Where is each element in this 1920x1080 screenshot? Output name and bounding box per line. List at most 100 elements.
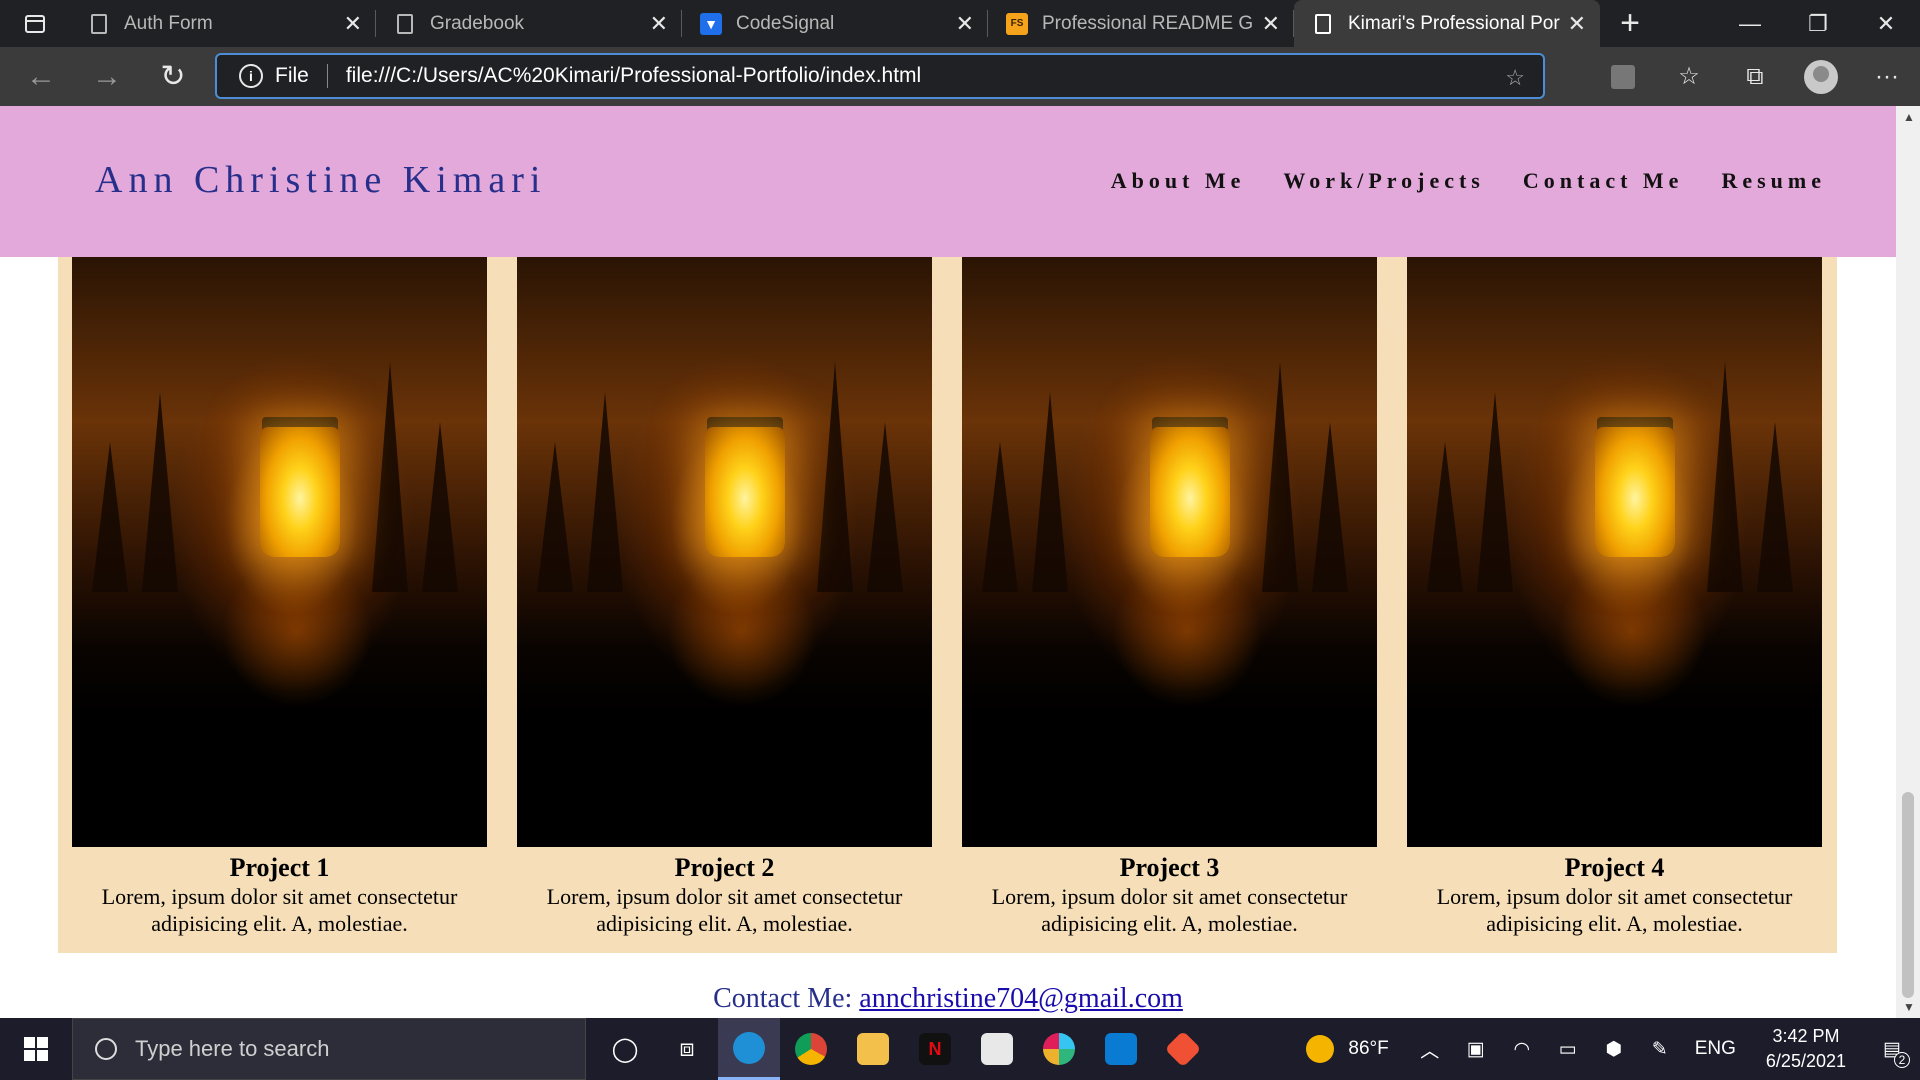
favorites-icon[interactable]: ☆ (1656, 62, 1722, 91)
show-hidden-icons[interactable]: ︿ (1407, 1018, 1453, 1080)
document-icon (88, 13, 110, 35)
tab-gradebook[interactable]: Gradebook ✕ (376, 0, 682, 47)
nav-resume[interactable]: Resume (1721, 168, 1826, 194)
project-image[interactable] (962, 257, 1377, 847)
nav-about-me[interactable]: About Me (1111, 168, 1246, 194)
scroll-up-icon[interactable]: ▲ (1903, 110, 1915, 124)
store-icon[interactable] (966, 1018, 1028, 1080)
fs-icon: FS (1006, 12, 1028, 35)
notifications-icon[interactable]: ▤ 2 (1864, 1018, 1920, 1080)
chrome-icon[interactable] (780, 1018, 842, 1080)
clock-time: 3:42 PM (1772, 1026, 1840, 1046)
close-icon[interactable]: ✕ (1568, 11, 1586, 37)
tab-codesignal[interactable]: ▼ CodeSignal ✕ (682, 0, 988, 47)
close-icon[interactable]: ✕ (650, 11, 668, 37)
site-title: Ann Christine Kimari (95, 159, 547, 201)
weather-widget[interactable]: 86°F (1288, 1018, 1406, 1080)
app-tray-icon[interactable]: ⬢ (1591, 1018, 1637, 1080)
project-description: Lorem, ipsum dolor sit amet consectetur … (1436, 884, 1793, 936)
browser-tab-strip: Auth Form ✕ Gradebook ✕ ▼ CodeSignal ✕ F… (0, 0, 1920, 47)
close-window-icon[interactable]: ✕ (1852, 0, 1920, 47)
tab-label: CodeSignal (736, 12, 835, 34)
back-icon[interactable]: ← (8, 47, 74, 106)
windows-taskbar: Type here to search ◯ ⧈ N 86°F ︿ ▣ ◠ ▭ ⬢… (0, 1018, 1920, 1080)
site-nav: About Me Work/Projects Contact Me Resume (1111, 168, 1826, 194)
scheme-label: File (275, 64, 309, 87)
project-card: Project 2 Lorem, ipsum dolor sit amet co… (517, 257, 932, 937)
netflix-icon[interactable]: N (904, 1018, 966, 1080)
toolbar-right: ☆ ⧉ ··· (1590, 47, 1920, 106)
page-viewport: Project 1 Lorem, ipsum dolor sit amet co… (0, 106, 1896, 1018)
forward-icon[interactable]: → (74, 47, 140, 106)
start-button[interactable] (0, 1018, 72, 1080)
cortana-icon[interactable]: ◯ (594, 1018, 656, 1080)
pen-icon[interactable]: ✎ (1637, 1018, 1683, 1080)
tab-label: Gradebook (430, 12, 525, 34)
divider (326, 64, 328, 88)
meet-now-icon[interactable]: ▣ (1453, 1018, 1499, 1080)
vscode-icon[interactable] (1090, 1018, 1152, 1080)
search-icon (95, 1038, 117, 1060)
taskbar-search[interactable]: Type here to search (72, 1018, 586, 1080)
edge-icon[interactable] (718, 1018, 780, 1080)
project-title: Project 4 (1564, 853, 1665, 882)
new-tab-button[interactable]: + (1600, 0, 1660, 47)
site-header: Ann Christine Kimari About Me Work/Proje… (0, 106, 1896, 257)
profile-avatar[interactable] (1804, 59, 1838, 94)
restore-icon[interactable]: ❐ (1784, 0, 1852, 47)
document-icon (394, 13, 416, 35)
clock[interactable]: 3:42 PM 6/25/2021 (1748, 1018, 1864, 1080)
network-icon[interactable]: ◠ (1499, 1018, 1545, 1080)
project-card: Project 3 Lorem, ipsum dolor sit amet co… (962, 257, 1377, 937)
search-placeholder: Type here to search (135, 1036, 330, 1061)
collections-icon[interactable]: ⧉ (1722, 63, 1788, 91)
url-text[interactable]: file:///C:/Users/AC%20Kimari/Professiona… (346, 64, 921, 88)
tab-label: Auth Form (124, 12, 213, 34)
document-icon (1312, 13, 1334, 35)
language-indicator[interactable]: ENG (1683, 1018, 1748, 1080)
page-scrollbar[interactable]: ▲ ▼ (1896, 106, 1920, 1018)
add-favorite-icon[interactable]: ☆ (1505, 65, 1525, 91)
info-icon[interactable]: i (239, 64, 263, 88)
git-icon[interactable] (1152, 1018, 1214, 1080)
tab-actions-button[interactable] (0, 0, 70, 47)
project-title: Project 3 (1119, 853, 1220, 882)
notification-count: 2 (1894, 1052, 1910, 1068)
codesignal-icon: ▼ (700, 12, 722, 35)
contact-line: Contact Me: annchristine704@gmail.com (0, 983, 1896, 1015)
address-bar[interactable]: i File file:///C:/Users/AC%20Kimari/Prof… (215, 53, 1545, 99)
task-view-icon[interactable]: ⧈ (656, 1018, 718, 1080)
window-controls: — ❐ ✕ (1716, 0, 1920, 47)
close-icon[interactable]: ✕ (344, 11, 362, 37)
close-icon[interactable]: ✕ (956, 11, 974, 37)
scroll-down-icon[interactable]: ▼ (1903, 1000, 1915, 1014)
tab-label: Kimari's Professional Portf (1348, 12, 1560, 34)
contact-email-link[interactable]: annchristine704@gmail.com (859, 983, 1183, 1014)
project-image[interactable] (72, 257, 487, 847)
projects-section: Project 1 Lorem, ipsum dolor sit amet co… (58, 257, 1837, 953)
tab-label: Professional README Gui (1042, 12, 1254, 34)
project-image[interactable] (1407, 257, 1822, 847)
more-menu-icon[interactable]: ··· (1854, 63, 1920, 91)
battery-icon[interactable]: ▭ (1545, 1018, 1591, 1080)
system-tray: 86°F ︿ ▣ ◠ ▭ ⬢ ✎ ENG 3:42 PM 6/25/2021 ▤… (1288, 1018, 1920, 1080)
file-explorer-icon[interactable] (842, 1018, 904, 1080)
project-card: Project 4 Lorem, ipsum dolor sit amet co… (1407, 257, 1822, 937)
browser-toolbar: ← → ↻ i File file:///C:/Users/AC%20Kimar… (0, 47, 1920, 106)
nav-contact-me[interactable]: Contact Me (1523, 168, 1684, 194)
minimize-icon[interactable]: — (1716, 0, 1784, 47)
extension-icon[interactable] (1611, 64, 1635, 89)
close-icon[interactable]: ✕ (1262, 11, 1280, 37)
project-description: Lorem, ipsum dolor sit amet consectetur … (101, 884, 458, 936)
nav-work-projects[interactable]: Work/Projects (1283, 168, 1484, 194)
tab-actions-icon (25, 14, 45, 33)
clock-date: 6/25/2021 (1765, 1051, 1846, 1071)
tab-readme-guide[interactable]: FS Professional README Gui ✕ (988, 0, 1294, 47)
project-image[interactable] (517, 257, 932, 847)
reload-icon[interactable]: ↻ (140, 47, 206, 106)
slack-icon[interactable] (1028, 1018, 1090, 1080)
tab-auth-form[interactable]: Auth Form ✕ (70, 0, 376, 47)
tab-portfolio[interactable]: Kimari's Professional Portf ✕ (1294, 0, 1600, 47)
scrollbar-thumb[interactable] (1902, 792, 1914, 998)
project-description: Lorem, ipsum dolor sit amet consectetur … (546, 884, 903, 936)
